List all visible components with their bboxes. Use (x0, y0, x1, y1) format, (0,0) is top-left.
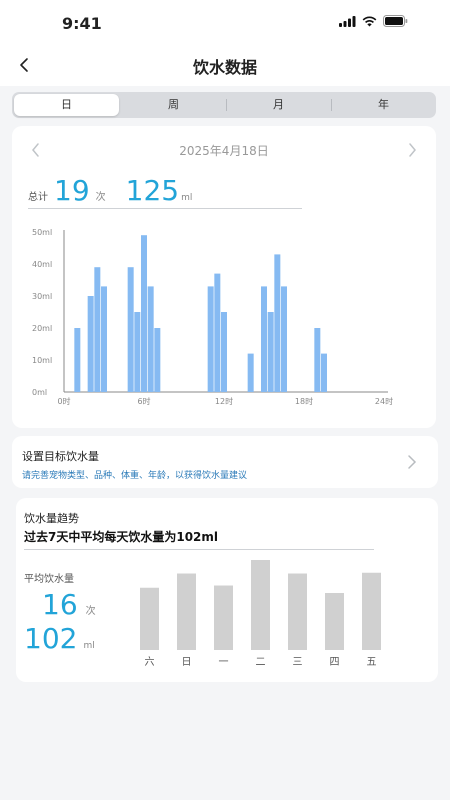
avg-label: 平均饮水量 (24, 574, 74, 585)
avg-count-block: 16 次 (42, 588, 96, 621)
tab-year-label: 年 (378, 98, 389, 111)
weekly-bar (362, 572, 381, 650)
daily-bar (214, 273, 221, 392)
daily-bar (147, 286, 154, 392)
daily-bar (94, 267, 101, 392)
date-navigator: 2025年4月18日 (12, 140, 436, 160)
avg-volume: 102 (24, 622, 78, 655)
y-tick-label: 20ml (32, 324, 52, 333)
avg-count-unit: 次 (85, 606, 96, 617)
y-tick-label: 40ml (32, 260, 52, 269)
weekly-bar (140, 587, 159, 650)
page-title: 饮水数据 (192, 58, 257, 77)
weekly-bar (177, 573, 196, 650)
total-count-unit: 次 (95, 192, 106, 203)
tab-month[interactable]: 月 (226, 92, 331, 118)
daily-bar (127, 267, 134, 392)
total-count: 19 (54, 174, 90, 207)
x-tick-label: 18时 (295, 396, 313, 406)
avg-volume-unit: ml (83, 641, 95, 651)
tab-week[interactable]: 周 (121, 92, 226, 118)
tab-month-label: 月 (273, 98, 284, 111)
daily-total: 总计 19 次 125 ml (28, 174, 192, 210)
status-icons (339, 15, 408, 27)
chevron-right-icon (408, 455, 417, 469)
daily-bar (207, 286, 214, 392)
current-date: 2025年4月18日 (179, 144, 269, 158)
battery-icon (383, 15, 408, 27)
total-volume: 125 (125, 174, 180, 207)
x-tick-label: 6时 (137, 396, 150, 406)
wifi-icon (362, 16, 377, 26)
goal-title: 设置目标饮水量 (22, 450, 99, 463)
x-tick-label: 0时 (57, 396, 70, 406)
tab-divider (331, 99, 332, 111)
chevron-right-icon (409, 143, 416, 157)
y-tick-label: 10ml (32, 356, 52, 365)
goal-subtitle: 请完善宠物类型、品种、体重、年龄，以获得饮水量建议 (22, 471, 248, 481)
daily-bar (87, 296, 94, 392)
trend-summary: 过去7天中平均每天饮水量为102ml (24, 530, 219, 544)
daily-bar (274, 254, 281, 392)
weekday-label: 五 (367, 657, 377, 668)
x-tick-label: 24时 (375, 396, 393, 406)
trend-card: 饮水量趋势 过去7天中平均每天饮水量为102ml 平均饮水量 16 次 102 … (16, 498, 438, 682)
period-tabs: 日 周 月 年 (12, 92, 436, 118)
daily-card: 2025年4月18日 总计 19 次 125 ml 0ml 10ml 20ml 30m… (12, 126, 436, 428)
weekday-label: 三 (293, 657, 303, 668)
weekly-trend-chart: 六日一二三四五 (140, 560, 381, 668)
daily-bar (141, 235, 147, 392)
daily-bar (267, 312, 274, 392)
daily-bar (314, 328, 321, 392)
daily-bar (281, 286, 287, 392)
daily-bar (154, 328, 161, 392)
tab-year[interactable]: 年 (331, 92, 436, 118)
weekly-bar (288, 573, 307, 650)
daily-bar (134, 312, 141, 392)
tab-divider (226, 99, 227, 111)
daily-intake-chart: 0ml 10ml 20ml 30ml 40ml 50ml 0时 6时 12时 18时 24时 (32, 228, 393, 406)
daily-bar (261, 286, 267, 392)
avg-volume-block: 102 ml (24, 622, 95, 655)
y-tick-label: 50ml (32, 228, 52, 237)
status-time: 9:41 (62, 14, 102, 33)
y-tick-label: 0ml (32, 388, 47, 397)
weekly-bar (214, 585, 233, 650)
status-bar: 9:41 (0, 0, 450, 46)
weekday-label: 六 (145, 656, 155, 668)
total-volume-unit: ml (181, 193, 193, 203)
trend-title: 饮水量趋势 (24, 512, 79, 525)
x-tick-label: 12时 (215, 396, 233, 406)
daily-bar (101, 286, 107, 392)
trend-divider (24, 549, 374, 550)
tab-day[interactable]: 日 (14, 94, 119, 116)
total-divider (28, 208, 302, 209)
weekly-bar (251, 560, 270, 650)
total-label: 总计 (28, 192, 48, 203)
nav-bar: 饮水数据 (0, 46, 450, 86)
weekday-label: 一 (219, 657, 229, 668)
daily-bar (74, 328, 81, 392)
weekday-label: 日 (182, 657, 192, 668)
avg-count: 16 (42, 588, 78, 621)
daily-bar (247, 353, 254, 392)
set-goal-card[interactable]: 设置目标饮水量 请完善宠物类型、品种、体重、年龄，以获得饮水量建议 (12, 436, 438, 488)
weekly-bar (325, 593, 344, 650)
weekday-label: 四 (330, 657, 340, 668)
daily-bar (221, 312, 227, 392)
y-tick-label: 30ml (32, 292, 52, 301)
next-day-button[interactable] (402, 140, 422, 160)
daily-bar (321, 353, 327, 392)
weekday-label: 二 (256, 657, 266, 668)
signal-icon (339, 15, 356, 27)
